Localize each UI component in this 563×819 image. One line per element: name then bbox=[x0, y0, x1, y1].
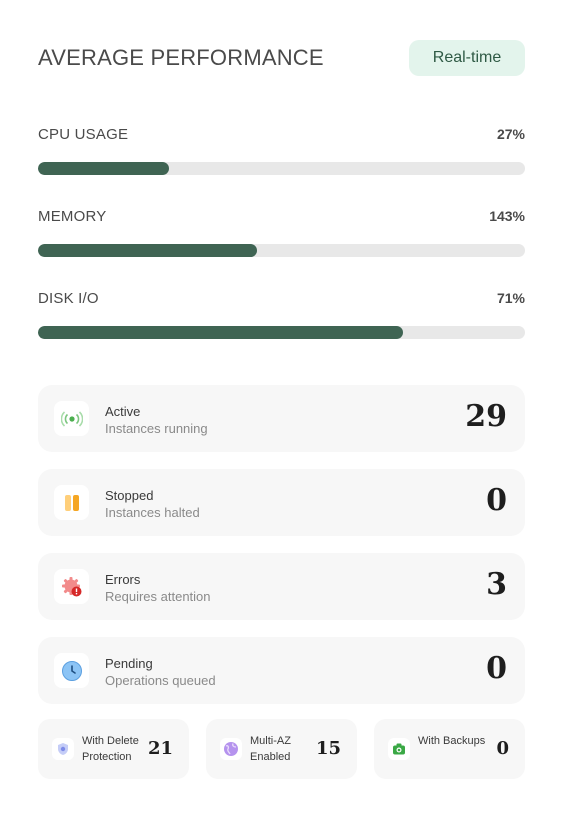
progress-fill bbox=[38, 162, 170, 175]
progress-fill bbox=[38, 244, 258, 257]
card-count: 0 bbox=[486, 651, 507, 686]
progress-track bbox=[38, 162, 525, 175]
error-gear-icon bbox=[54, 569, 89, 604]
card-subtitle: Requires attention bbox=[105, 589, 211, 604]
panel-header: AVERAGE PERFORMANCE Real-time bbox=[38, 40, 525, 76]
card-title: Pending bbox=[105, 656, 153, 671]
card-subtitle: Instances running bbox=[105, 421, 208, 436]
globe-icon bbox=[220, 738, 242, 760]
clock-icon bbox=[54, 653, 89, 688]
summary-backups[interactable]: With Backups 0 bbox=[374, 719, 525, 779]
progress-fill bbox=[38, 326, 404, 339]
camera-icon bbox=[388, 738, 410, 760]
metric-value: 71% bbox=[496, 290, 525, 306]
pause-icon bbox=[54, 485, 89, 520]
progress-track bbox=[38, 244, 525, 257]
summary-label: With Backups bbox=[418, 735, 486, 747]
status-card-stopped[interactable]: Stopped Instances halted 0 bbox=[38, 469, 525, 536]
card-title: Active bbox=[105, 404, 141, 419]
metric-value: 143% bbox=[489, 208, 525, 224]
summary-label: Multi-AZ Enabled bbox=[250, 735, 291, 763]
status-card-pending[interactable]: Pending Operations queued 0 bbox=[38, 637, 525, 704]
card-subtitle: Operations queued bbox=[105, 673, 216, 688]
summary-count: 15 bbox=[315, 738, 341, 759]
summary-multi-az[interactable]: Multi-AZ Enabled 15 bbox=[206, 719, 357, 779]
shield-icon bbox=[52, 738, 74, 760]
summary-count: 0 bbox=[496, 738, 509, 759]
metric-label: CPU USAGE bbox=[38, 126, 129, 143]
page-title: AVERAGE PERFORMANCE bbox=[38, 45, 324, 70]
metric-value: 27% bbox=[496, 126, 525, 142]
metric-label: MEMORY bbox=[38, 208, 107, 225]
summary-count: 21 bbox=[147, 738, 173, 759]
card-count: 3 bbox=[486, 567, 507, 602]
card-subtitle: Instances halted bbox=[105, 505, 200, 520]
signal-icon bbox=[54, 401, 89, 436]
progress-track bbox=[38, 326, 525, 339]
summary-delete-protection[interactable]: With Delete Protection 21 bbox=[38, 719, 189, 779]
card-title: Errors bbox=[105, 572, 141, 587]
card-title: Stopped bbox=[105, 488, 154, 503]
metric-label: DISK I/O bbox=[38, 290, 99, 307]
status-card-errors[interactable]: Errors Requires attention 3 bbox=[38, 553, 525, 620]
status-card-active[interactable]: Active Instances running 29 bbox=[38, 385, 525, 452]
card-count: 0 bbox=[486, 483, 507, 518]
card-count: 29 bbox=[465, 399, 507, 434]
summary-label: With Delete Protection bbox=[82, 735, 139, 763]
realtime-badge[interactable]: Real-time bbox=[409, 40, 525, 76]
